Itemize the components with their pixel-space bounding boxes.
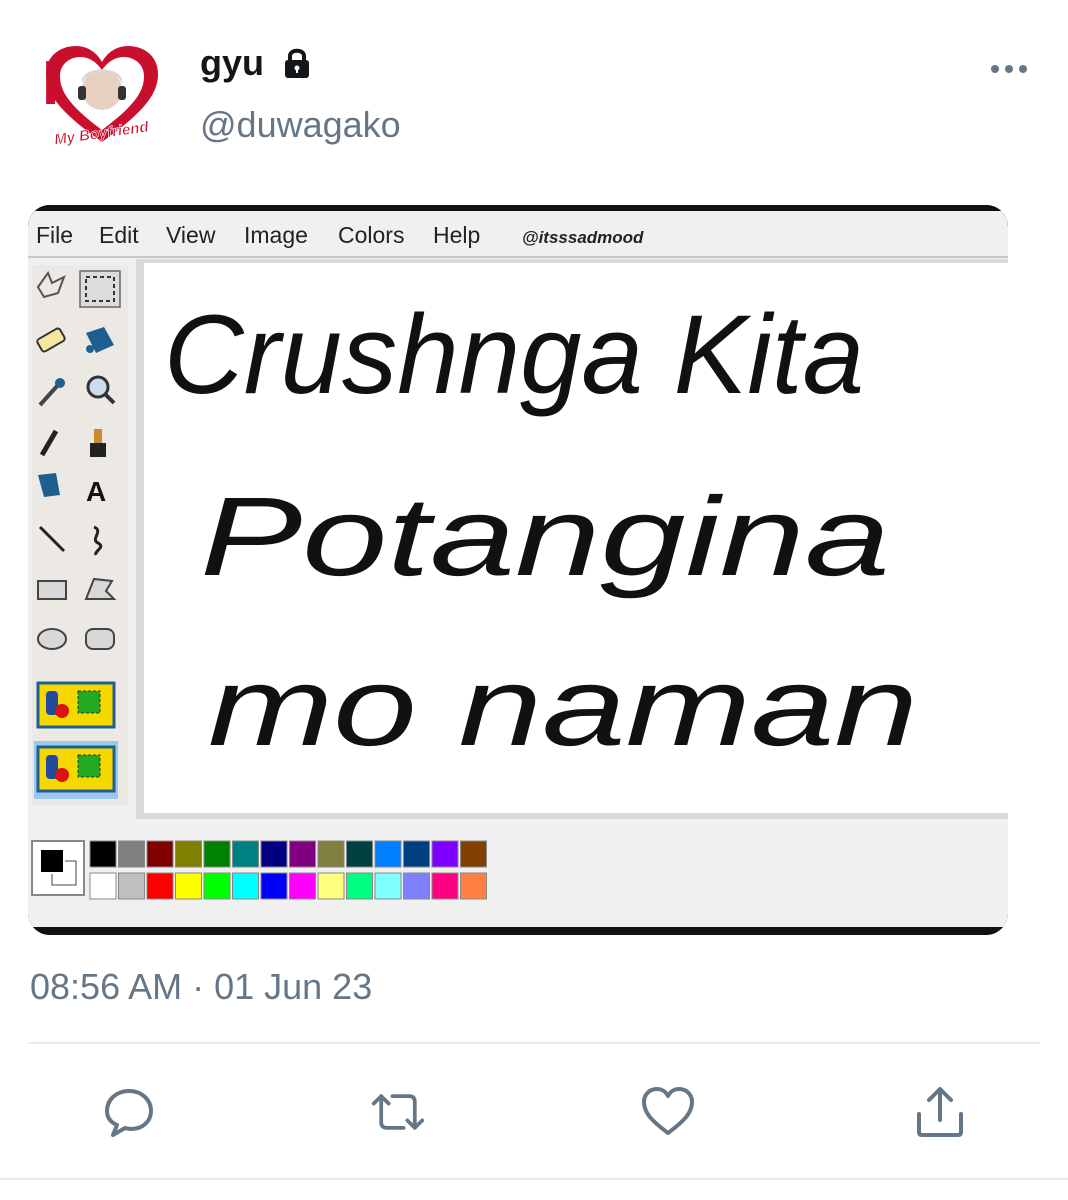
palette-swatch[interactable] — [232, 872, 259, 900]
divider — [28, 1042, 1040, 1044]
handwritten-text: Crushnga Kita Potangina mo naman — [164, 292, 918, 769]
palette-swatch[interactable] — [403, 872, 430, 900]
ellipse-tool-icon[interactable] — [37, 628, 67, 650]
palette-swatch[interactable] — [346, 872, 373, 900]
menu-file[interactable]: File — [36, 222, 73, 248]
paint-screenshot: File Edit View Image Colors Help @itsssa… — [28, 205, 1008, 935]
current-colors[interactable] — [31, 840, 85, 896]
transparent-option-icon[interactable] — [36, 681, 116, 729]
like-button[interactable] — [640, 1084, 696, 1140]
palette-swatch[interactable] — [175, 872, 202, 900]
palette-swatch[interactable] — [374, 840, 402, 868]
tweet-media[interactable]: File Edit View Image Colors Help @itsssa… — [28, 205, 1008, 935]
rectangle-tool-icon[interactable] — [37, 580, 67, 600]
palette-swatch[interactable] — [89, 840, 117, 868]
menu-image[interactable]: Image — [244, 222, 308, 248]
palette-swatch[interactable] — [317, 872, 345, 900]
timestamp[interactable]: 08:56 AM · 01 Jun 23 — [30, 966, 372, 1008]
palette-swatch[interactable] — [203, 872, 231, 900]
like-icon — [642, 1087, 694, 1135]
palette-swatch[interactable] — [431, 872, 459, 900]
handle[interactable]: @duwagako — [200, 104, 401, 146]
palette-swatch[interactable] — [260, 872, 288, 900]
menu-view[interactable]: View — [166, 222, 216, 248]
palette-swatch[interactable] — [89, 872, 117, 900]
palette-swatch[interactable] — [460, 872, 487, 900]
author-name-row: gyu — [200, 42, 314, 84]
palette-swatch[interactable] — [403, 840, 430, 868]
palette-swatch[interactable] — [260, 840, 288, 868]
palette-swatch[interactable] — [175, 840, 202, 868]
text-tool-icon[interactable]: A — [86, 476, 106, 507]
opaque-option-icon[interactable] — [34, 741, 118, 799]
more-options-icon[interactable] — [988, 58, 1030, 80]
menu-edit[interactable]: Edit — [99, 222, 139, 248]
watermark: @itsssadmood — [522, 228, 644, 247]
svg-text:A: A — [86, 476, 106, 507]
menu-help[interactable]: Help — [433, 222, 480, 248]
palette-swatch[interactable] — [346, 840, 373, 868]
palette-swatch[interactable] — [118, 872, 145, 900]
palette-swatch[interactable] — [146, 872, 174, 900]
bottom-divider — [0, 1178, 1068, 1180]
palette-swatch[interactable] — [431, 840, 459, 868]
palette-swatch[interactable] — [289, 840, 316, 868]
menu-colors[interactable]: Colors — [338, 222, 404, 248]
retweet-icon — [371, 1094, 425, 1130]
share-button[interactable] — [912, 1084, 968, 1140]
avatar-big-letter: I — [42, 49, 59, 118]
share-icon — [917, 1087, 963, 1137]
handwritten-line-2: Potangina — [200, 474, 890, 599]
palette-swatch[interactable] — [460, 840, 487, 868]
lock-icon — [285, 48, 310, 78]
palette-swatch[interactable] — [317, 840, 345, 868]
palette-swatch[interactable] — [146, 840, 174, 868]
palette-swatch[interactable] — [374, 872, 402, 900]
palette-swatch[interactable] — [118, 840, 145, 868]
paint-toolbox: A — [32, 265, 128, 805]
rounded-rect-tool-icon[interactable] — [85, 628, 115, 650]
display-name[interactable]: gyu — [200, 42, 264, 84]
palette-swatch[interactable] — [203, 840, 231, 868]
reply-icon — [105, 1089, 153, 1137]
handwritten-line-1: Crushnga Kita — [164, 292, 864, 417]
rect-select-tool-icon[interactable] — [79, 270, 121, 308]
handwritten-line-3: mo naman — [208, 644, 918, 769]
palette-swatch[interactable] — [232, 840, 259, 868]
retweet-button[interactable] — [370, 1084, 426, 1140]
avatar[interactable]: I My Boyfriend — [40, 42, 164, 152]
palette-swatch[interactable] — [289, 872, 316, 900]
reply-button[interactable] — [100, 1084, 156, 1140]
